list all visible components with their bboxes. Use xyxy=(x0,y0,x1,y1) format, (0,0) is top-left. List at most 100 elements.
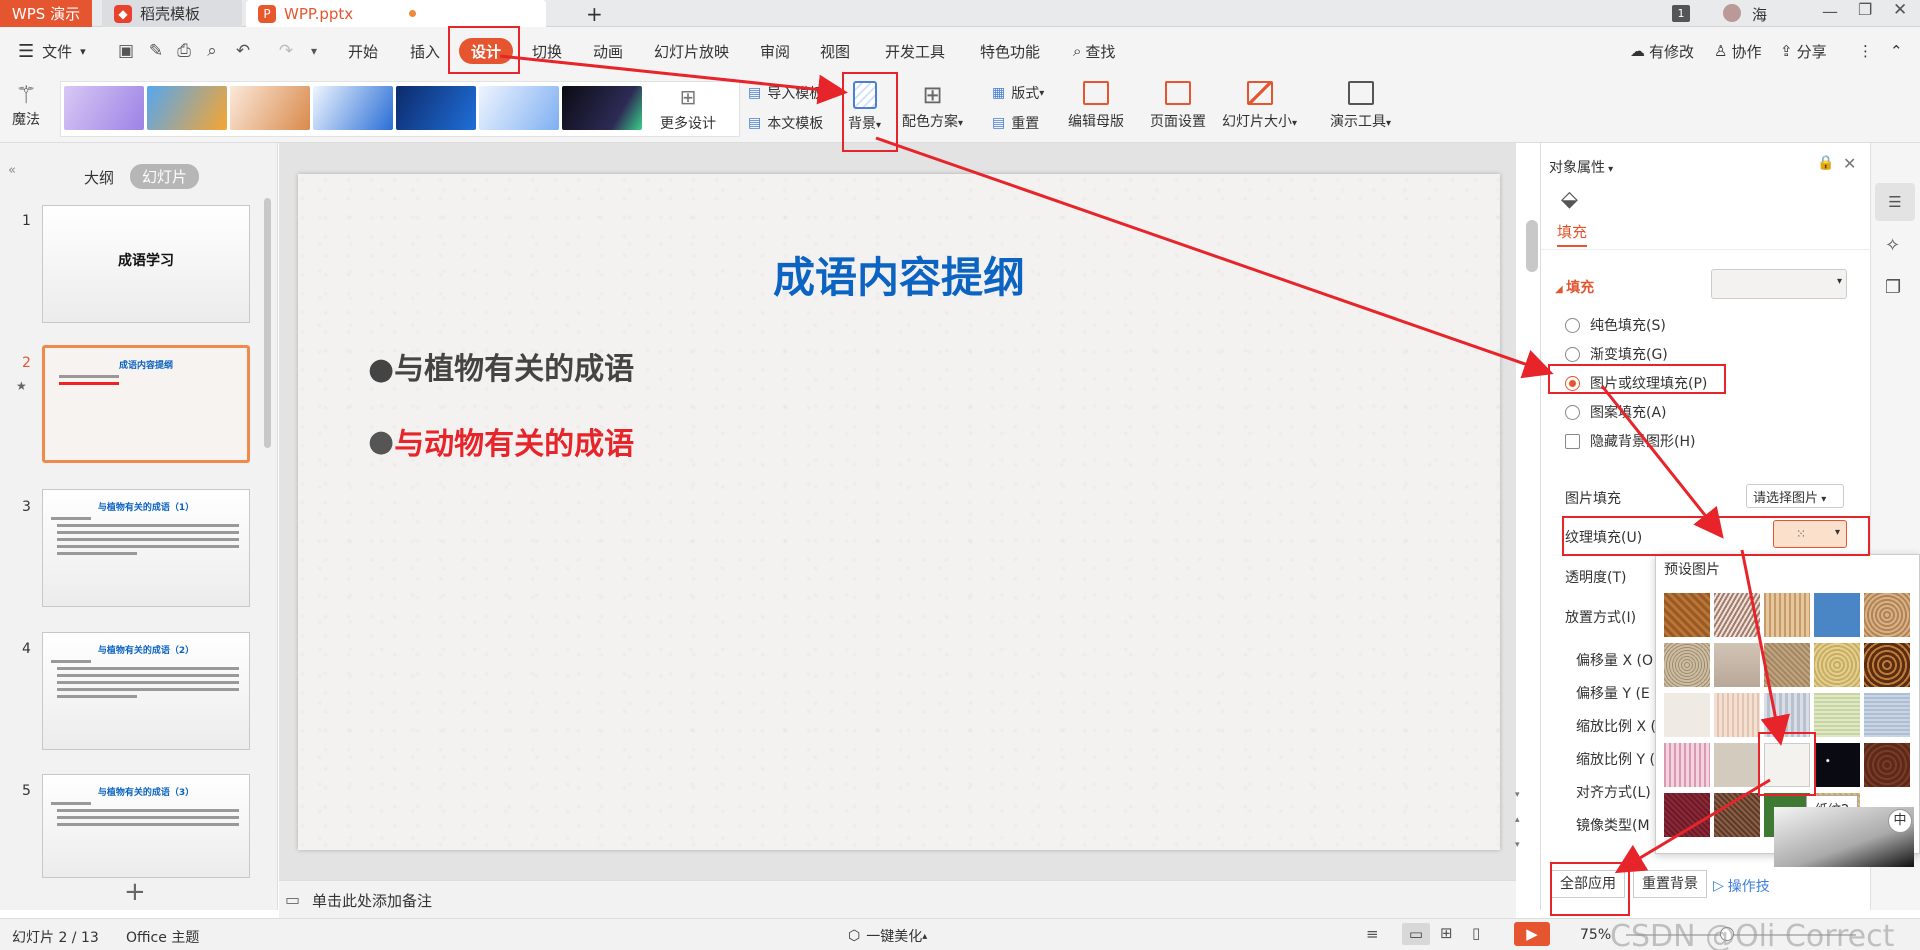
texture-swatch[interactable] xyxy=(1764,643,1810,687)
tab-start[interactable]: 开始 xyxy=(348,27,378,75)
share-button[interactable]: ⇪ 分享 xyxy=(1780,27,1827,75)
tab-animation[interactable]: 动画 xyxy=(593,27,623,75)
normal-view-icon[interactable]: ▭ xyxy=(1402,923,1430,945)
tab-view[interactable]: 视图 xyxy=(820,27,850,75)
slide-thumb-2[interactable]: 成语内容提纲 xyxy=(42,345,250,463)
design-thumb-7[interactable] xyxy=(562,86,642,130)
tab-fill[interactable]: 填充 xyxy=(1557,221,1588,247)
slide-bullet-2[interactable]: ● 与动物有关的成语 xyxy=(368,419,634,463)
texture-swatch[interactable] xyxy=(1714,793,1760,837)
choose-picture-dropdown[interactable]: 请选择图片 ▾ xyxy=(1746,484,1844,508)
tab-review[interactable]: 审阅 xyxy=(760,27,790,75)
radio-gradient-fill[interactable]: 渐变填充(G) xyxy=(1565,344,1668,364)
scroll-down-icon[interactable]: ▾ xyxy=(1515,790,1520,800)
panel-title[interactable]: 对象属性 ▾ xyxy=(1549,157,1613,177)
search-button[interactable]: ⌕ 查找 xyxy=(1073,27,1115,75)
reading-view-icon[interactable]: ▯ xyxy=(1472,924,1480,942)
design-thumb-2[interactable] xyxy=(147,86,227,130)
texture-swatch[interactable] xyxy=(1664,593,1710,637)
redo-icon[interactable]: ↷ xyxy=(276,41,296,61)
tab-outline[interactable]: 大纲 xyxy=(84,167,114,188)
slide-canvas[interactable]: 成语内容提纲 ●与植物有关的成语 ● 与动物有关的成语 xyxy=(298,174,1500,850)
add-slide-button[interactable]: + xyxy=(124,877,146,907)
texture-swatch[interactable] xyxy=(1814,593,1860,637)
slide-title[interactable]: 成语内容提纲 xyxy=(298,244,1500,305)
texture-swatch[interactable] xyxy=(1714,643,1760,687)
properties-icon[interactable]: ☰ xyxy=(1875,183,1915,221)
texture-swatch[interactable] xyxy=(1714,593,1760,637)
design-thumb-5[interactable] xyxy=(396,86,476,130)
zoom-level[interactable]: 75% xyxy=(1580,927,1611,943)
tab-daoke-template[interactable]: ◆ 稻壳模板 xyxy=(102,0,242,27)
close-icon[interactable]: ✕ xyxy=(1893,0,1907,20)
texture-swatch-paper-2[interactable] xyxy=(1764,743,1810,787)
layout-button[interactable]: ▦ 版式 ▾ xyxy=(992,83,1044,103)
print-preview-icon[interactable]: ⌕ xyxy=(202,41,222,61)
texture-swatch[interactable] xyxy=(1714,693,1760,737)
comments-icon[interactable]: ❐ xyxy=(1885,277,1901,298)
design-thumb-4[interactable] xyxy=(313,86,393,130)
import-template-button[interactable]: ▤ 导入模板 xyxy=(748,83,823,103)
changes-button[interactable]: ☁ 有修改 xyxy=(1630,27,1694,75)
reset-background-button[interactable]: 重置背景 xyxy=(1633,870,1707,898)
tab-special[interactable]: 特色功能 xyxy=(980,27,1040,75)
design-thumb-1[interactable] xyxy=(64,86,144,130)
edit-master-button[interactable]: 编辑母版 xyxy=(1068,81,1124,131)
slide-thumb-3[interactable]: 与植物有关的成语（1） xyxy=(42,489,250,607)
checkbox-hide-bg[interactable]: 隐藏背景图形(H) xyxy=(1565,431,1695,451)
panel-close-icon[interactable]: ✕ xyxy=(1843,154,1856,173)
window-count-badge[interactable]: 1 xyxy=(1672,5,1690,22)
tab-insert[interactable]: 插入 xyxy=(410,27,440,75)
ime-toggle-icon[interactable]: 中 xyxy=(1888,809,1912,833)
texture-swatch[interactable] xyxy=(1864,693,1910,737)
format-painter-icon[interactable]: ✎ xyxy=(146,41,166,61)
design-thumb-6[interactable] xyxy=(479,86,559,130)
more-design-button[interactable]: ⊞ 更多设计 xyxy=(660,85,716,133)
lock-icon[interactable]: 🔒 xyxy=(1817,155,1834,171)
texture-swatch[interactable] xyxy=(1814,693,1860,737)
slide-thumb-5[interactable]: 与植物有关的成语（3） xyxy=(42,774,250,878)
design-thumb-3[interactable] xyxy=(230,86,310,130)
more-options-icon[interactable]: ⋮ xyxy=(1858,27,1873,75)
collapse-ribbon-icon[interactable]: ⌃ xyxy=(1890,27,1903,75)
tab-developer[interactable]: 开发工具 xyxy=(885,27,945,75)
notes-area[interactable]: ▭ 单击此处添加备注 xyxy=(279,880,1516,918)
magic-button[interactable]: ⚚ 魔法 xyxy=(12,81,40,129)
tips-link[interactable]: ▷ 操作技 xyxy=(1713,876,1770,896)
texture-swatch[interactable] xyxy=(1764,593,1810,637)
texture-swatch[interactable] xyxy=(1864,743,1910,787)
slide-thumb-4[interactable]: 与植物有关的成语（2） xyxy=(42,632,250,750)
texture-swatch[interactable] xyxy=(1864,643,1910,687)
pin-icon[interactable]: ✧ xyxy=(1885,235,1900,256)
slide-bullet-1[interactable]: ●与植物有关的成语 xyxy=(368,344,634,388)
theme-name[interactable]: Office 主题 xyxy=(126,927,199,947)
avatar[interactable] xyxy=(1723,4,1741,22)
fill-preview-dropdown[interactable]: ▾ xyxy=(1711,269,1847,299)
texture-swatch[interactable] xyxy=(1664,693,1710,737)
play-slideshow-icon[interactable]: ▶ xyxy=(1514,922,1550,946)
collab-button[interactable]: ♙ 协作 xyxy=(1714,27,1761,75)
texture-swatch[interactable] xyxy=(1764,693,1810,737)
print-icon[interactable]: ⎙ xyxy=(174,41,194,61)
reset-button[interactable]: ▤ 重置 xyxy=(992,113,1039,133)
thumbnail-scrollbar[interactable] xyxy=(264,198,271,448)
new-tab-button[interactable]: + xyxy=(574,0,604,27)
texture-swatch[interactable] xyxy=(1714,743,1760,787)
slide-size-button[interactable]: 幻灯片大小▾ xyxy=(1222,81,1297,131)
quick-access-more-icon[interactable]: ▾ xyxy=(304,41,324,61)
tab-transition[interactable]: 切换 xyxy=(532,27,562,75)
background-button[interactable]: 背景▾ xyxy=(848,81,881,133)
restore-icon[interactable]: ❐ xyxy=(1858,0,1872,19)
scroll-up-icon[interactable]: ▴ xyxy=(1515,815,1520,825)
tab-slides[interactable]: 幻灯片 xyxy=(130,164,200,189)
tab-pptx-document[interactable]: P WPP.pptx xyxy=(246,0,546,27)
beautify-button[interactable]: ⬡ 一键美化 ▴ xyxy=(848,926,927,946)
editor-scrollbar[interactable] xyxy=(1526,220,1538,272)
save-icon[interactable]: ▣ xyxy=(116,41,136,61)
fill-section-header[interactable]: ◢ 填充 xyxy=(1555,277,1594,297)
minimize-icon[interactable]: — xyxy=(1822,2,1838,21)
collapse-pane-icon[interactable]: « xyxy=(8,163,16,178)
radio-pattern-fill[interactable]: 图案填充(A) xyxy=(1565,402,1667,422)
color-scheme-button[interactable]: ⊞ 配色方案▾ xyxy=(902,81,963,131)
texture-fill-dropdown[interactable]: ⁙ ▾ xyxy=(1773,520,1847,548)
